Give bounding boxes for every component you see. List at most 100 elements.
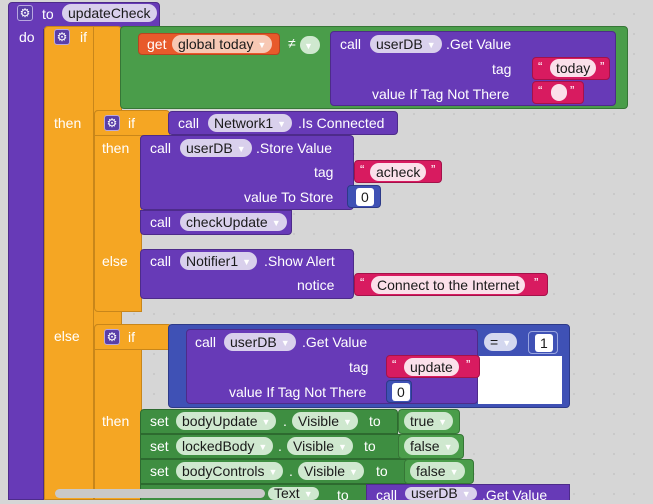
component-dropdown-2[interactable]: userDB ▼: [224, 333, 296, 351]
chevron-down-icon: ▼: [280, 338, 290, 349]
notifier-component-dropdown[interactable]: Notifier1 ▼: [180, 252, 258, 270]
to-label: to: [376, 463, 388, 479]
gear-icon[interactable]: ⚙: [54, 29, 70, 45]
not-there-label-2: value If Tag Not There: [229, 384, 367, 400]
chevron-down-icon: ▼: [338, 442, 347, 453]
chevron-down-icon: ▼: [426, 40, 436, 51]
equals-operator: =: [490, 334, 499, 350]
network-component-name: Network1: [214, 115, 274, 131]
equals-operator-dropdown[interactable]: = ▼: [484, 333, 518, 351]
operator-dropdown[interactable]: ▼: [300, 36, 320, 54]
set-component-dropdown[interactable]: bodyControls ▼: [176, 462, 284, 480]
open-quote: “: [392, 357, 397, 372]
chevron-down-icon: ▼: [242, 257, 252, 268]
gear-icon[interactable]: ⚙: [104, 329, 120, 345]
chevron-down-icon: ▼: [349, 467, 358, 478]
chevron-down-icon: ▼: [461, 488, 471, 499]
call-label: call: [150, 140, 172, 156]
is-connected-method: .Is Connected: [298, 115, 385, 131]
not-there-number-value[interactable]: 0: [392, 383, 410, 401]
set-label: set: [150, 463, 169, 479]
method-label: .Get Value: [446, 36, 512, 52]
chevron-down-icon: ▼: [258, 442, 268, 453]
procedure-dropdown[interactable]: checkUpdate ▼: [180, 213, 287, 231]
chevron-down-icon: ▼: [303, 488, 313, 499]
not-there-label: value If Tag Not There: [372, 86, 510, 102]
set-prop-name: Visible: [304, 463, 345, 479]
chevron-down-icon: ▼: [277, 119, 287, 130]
component-name-2: userDB: [230, 334, 277, 350]
set-component-dropdown[interactable]: lockedBody ▼: [176, 437, 274, 455]
tag-label: tag: [492, 61, 512, 77]
bool-dropdown[interactable]: false ▼: [404, 437, 459, 455]
compare-number-value[interactable]: 1: [535, 334, 553, 352]
bool-dropdown[interactable]: true ▼: [404, 412, 454, 430]
global-var-name: global today: [178, 36, 254, 52]
component-dropdown[interactable]: userDB ▼: [370, 35, 442, 53]
call-label: call: [150, 214, 172, 230]
bool-dropdown[interactable]: false ▼: [410, 462, 465, 480]
network-component-dropdown[interactable]: Network1 ▼: [208, 114, 293, 132]
chevron-down-icon: ▼: [343, 417, 352, 428]
open-quote: “: [538, 59, 543, 74]
call-label: call: [195, 334, 217, 350]
show-alert-method: .Show Alert: [264, 253, 335, 269]
tag-text-value[interactable]: today: [550, 59, 597, 77]
to-label: to: [369, 413, 381, 429]
close-quote: ”: [570, 83, 575, 98]
call-label: call: [150, 253, 172, 269]
close-quote: ”: [466, 357, 471, 372]
bool-value: true: [410, 413, 435, 429]
method-label-3: .Get Value: [482, 487, 548, 503]
set-prop-name: Visible: [293, 438, 334, 454]
tag-label: tag: [314, 164, 334, 180]
notice-text-value[interactable]: Connect to the Internet: [371, 276, 526, 294]
outer-else-label: else: [54, 328, 80, 344]
set-component-dropdown[interactable]: bodyUpdate ▼: [176, 412, 277, 430]
set-component-name: lockedBody: [182, 438, 255, 454]
set-component-name: bodyUpdate: [182, 413, 258, 429]
component-name-3: userDB: [411, 485, 458, 501]
compare-operator[interactable]: ≠: [288, 34, 296, 52]
procedure-name-field[interactable]: updateCheck: [62, 4, 157, 22]
set-prop-dropdown[interactable]: Visible ▼: [292, 412, 358, 430]
component-dropdown-3[interactable]: userDB ▼: [405, 485, 477, 501]
close-quote: ”: [431, 162, 436, 177]
procedure-do-label: do: [19, 29, 35, 45]
procedure-body-bar: [8, 29, 44, 500]
close-quote: ”: [600, 59, 605, 74]
value-to-store-label: value To Store: [244, 189, 334, 205]
procedure-to-label: to: [42, 6, 54, 22]
store-component-dropdown[interactable]: userDB ▼: [180, 139, 252, 157]
outer-if-then-bar: [44, 26, 94, 500]
inner-else-label: else: [102, 253, 128, 269]
chevron-down-icon: ▼: [502, 338, 512, 349]
call-label: call: [340, 36, 362, 52]
set-prop-dropdown[interactable]: Visible ▼: [298, 462, 364, 480]
inner-if-label: if: [128, 115, 135, 131]
gear-icon[interactable]: ⚙: [104, 115, 120, 131]
not-there-text-value[interactable]: [551, 84, 567, 101]
open-quote: “: [360, 162, 365, 177]
chevron-down-icon: ▼: [449, 467, 459, 478]
dot-label: .: [283, 413, 287, 429]
set-prop-dropdown[interactable]: Visible ▼: [287, 437, 353, 455]
dot-label: .: [278, 438, 282, 454]
bool-value: false: [416, 463, 446, 479]
global-var-dropdown[interactable]: global today ▼: [172, 35, 273, 53]
outer-if-label: if: [80, 29, 87, 45]
set-prop-name: Text: [274, 485, 300, 501]
chevron-down-icon: ▼: [443, 442, 453, 453]
gear-icon[interactable]: ⚙: [17, 5, 33, 21]
set-prop-dropdown[interactable]: Text ▼: [268, 485, 319, 501]
update-text-value[interactable]: update: [404, 358, 459, 376]
outer-then-label: then: [54, 115, 82, 131]
close-quote: ”: [534, 275, 539, 290]
chevron-down-icon: ▼: [236, 144, 246, 155]
call-label: call: [376, 487, 398, 503]
open-quote: “: [360, 275, 365, 290]
horizontal-scrollbar[interactable]: [55, 489, 265, 498]
store-method: .Store Value: [256, 140, 333, 156]
acheck-text-value[interactable]: acheck: [370, 163, 427, 181]
store-number-value[interactable]: 0: [356, 188, 374, 206]
